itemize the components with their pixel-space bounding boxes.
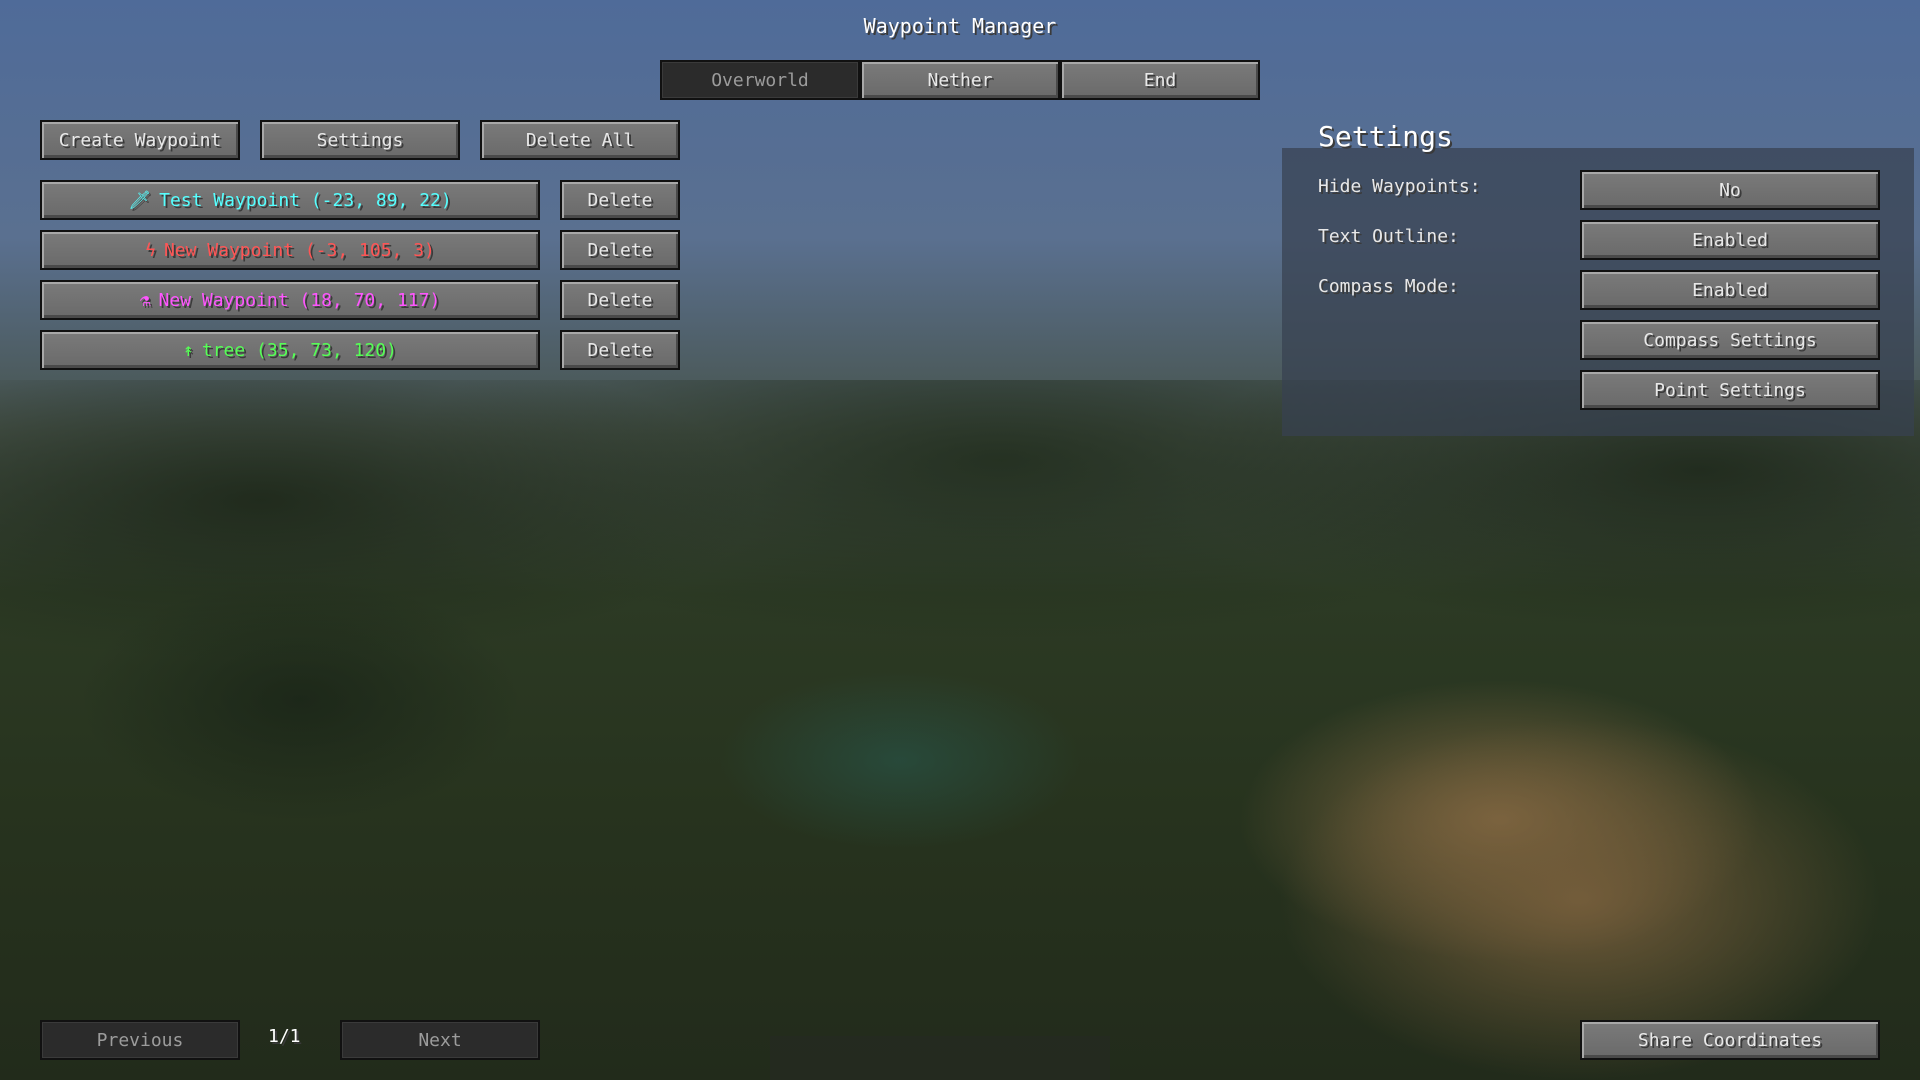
delete-waypoint-button[interactable]: Delete: [560, 330, 680, 370]
previous-page-button[interactable]: Previous: [40, 1020, 240, 1060]
hide-waypoints-toggle[interactable]: No: [1580, 170, 1880, 210]
point-settings-button[interactable]: Point Settings: [1580, 370, 1880, 410]
text-outline-label: Text Outline:: [1318, 226, 1459, 247]
delete-all-button[interactable]: Delete All: [480, 120, 680, 160]
waypoint-button[interactable]: 🗡 Test Waypoint (-23, 89, 22): [40, 180, 540, 220]
potion-icon: ⚗: [139, 289, 151, 311]
waypoint-label: Test Waypoint (-23, 89, 22): [159, 189, 452, 211]
waypoint-button[interactable]: ϟ New Waypoint (-3, 105, 3): [40, 230, 540, 270]
page-indicator: 1/1: [268, 1026, 301, 1047]
compass-mode-toggle[interactable]: Enabled: [1580, 270, 1880, 310]
waypoint-button[interactable]: ⚗ New Waypoint (18, 70, 117): [40, 280, 540, 320]
compass-mode-label: Compass Mode:: [1318, 276, 1459, 297]
delete-waypoint-button[interactable]: Delete: [560, 280, 680, 320]
world-background: [0, 380, 1920, 1080]
delete-waypoint-button[interactable]: Delete: [560, 230, 680, 270]
page-title: Waypoint Manager: [863, 14, 1057, 38]
sword-icon: 🗡: [128, 189, 152, 211]
hide-waypoints-label: Hide Waypoints:: [1318, 176, 1481, 197]
share-coordinates-button[interactable]: Share Coordinates: [1580, 1020, 1880, 1060]
settings-button[interactable]: Settings: [260, 120, 460, 160]
waypoint-label: New Waypoint (18, 70, 117): [158, 289, 441, 311]
hotbar: [770, 1036, 1110, 1080]
tab-nether[interactable]: Nether: [860, 60, 1060, 100]
waypoint-label: tree (35, 73, 120): [201, 339, 397, 361]
compass-settings-button[interactable]: Compass Settings: [1580, 320, 1880, 360]
waypoint-button[interactable]: ↟ tree (35, 73, 120): [40, 330, 540, 370]
sapling-icon: ↟: [183, 339, 194, 361]
waypoint-label: New Waypoint (-3, 105, 3): [163, 239, 435, 261]
tab-overworld[interactable]: Overworld: [660, 60, 860, 100]
create-waypoint-button[interactable]: Create Waypoint: [40, 120, 240, 160]
lightning-icon: ϟ: [145, 239, 156, 261]
tab-end[interactable]: End: [1060, 60, 1260, 100]
text-outline-toggle[interactable]: Enabled: [1580, 220, 1880, 260]
next-page-button[interactable]: Next: [340, 1020, 540, 1060]
delete-waypoint-button[interactable]: Delete: [560, 180, 680, 220]
settings-panel-title: Settings: [1318, 120, 1453, 153]
